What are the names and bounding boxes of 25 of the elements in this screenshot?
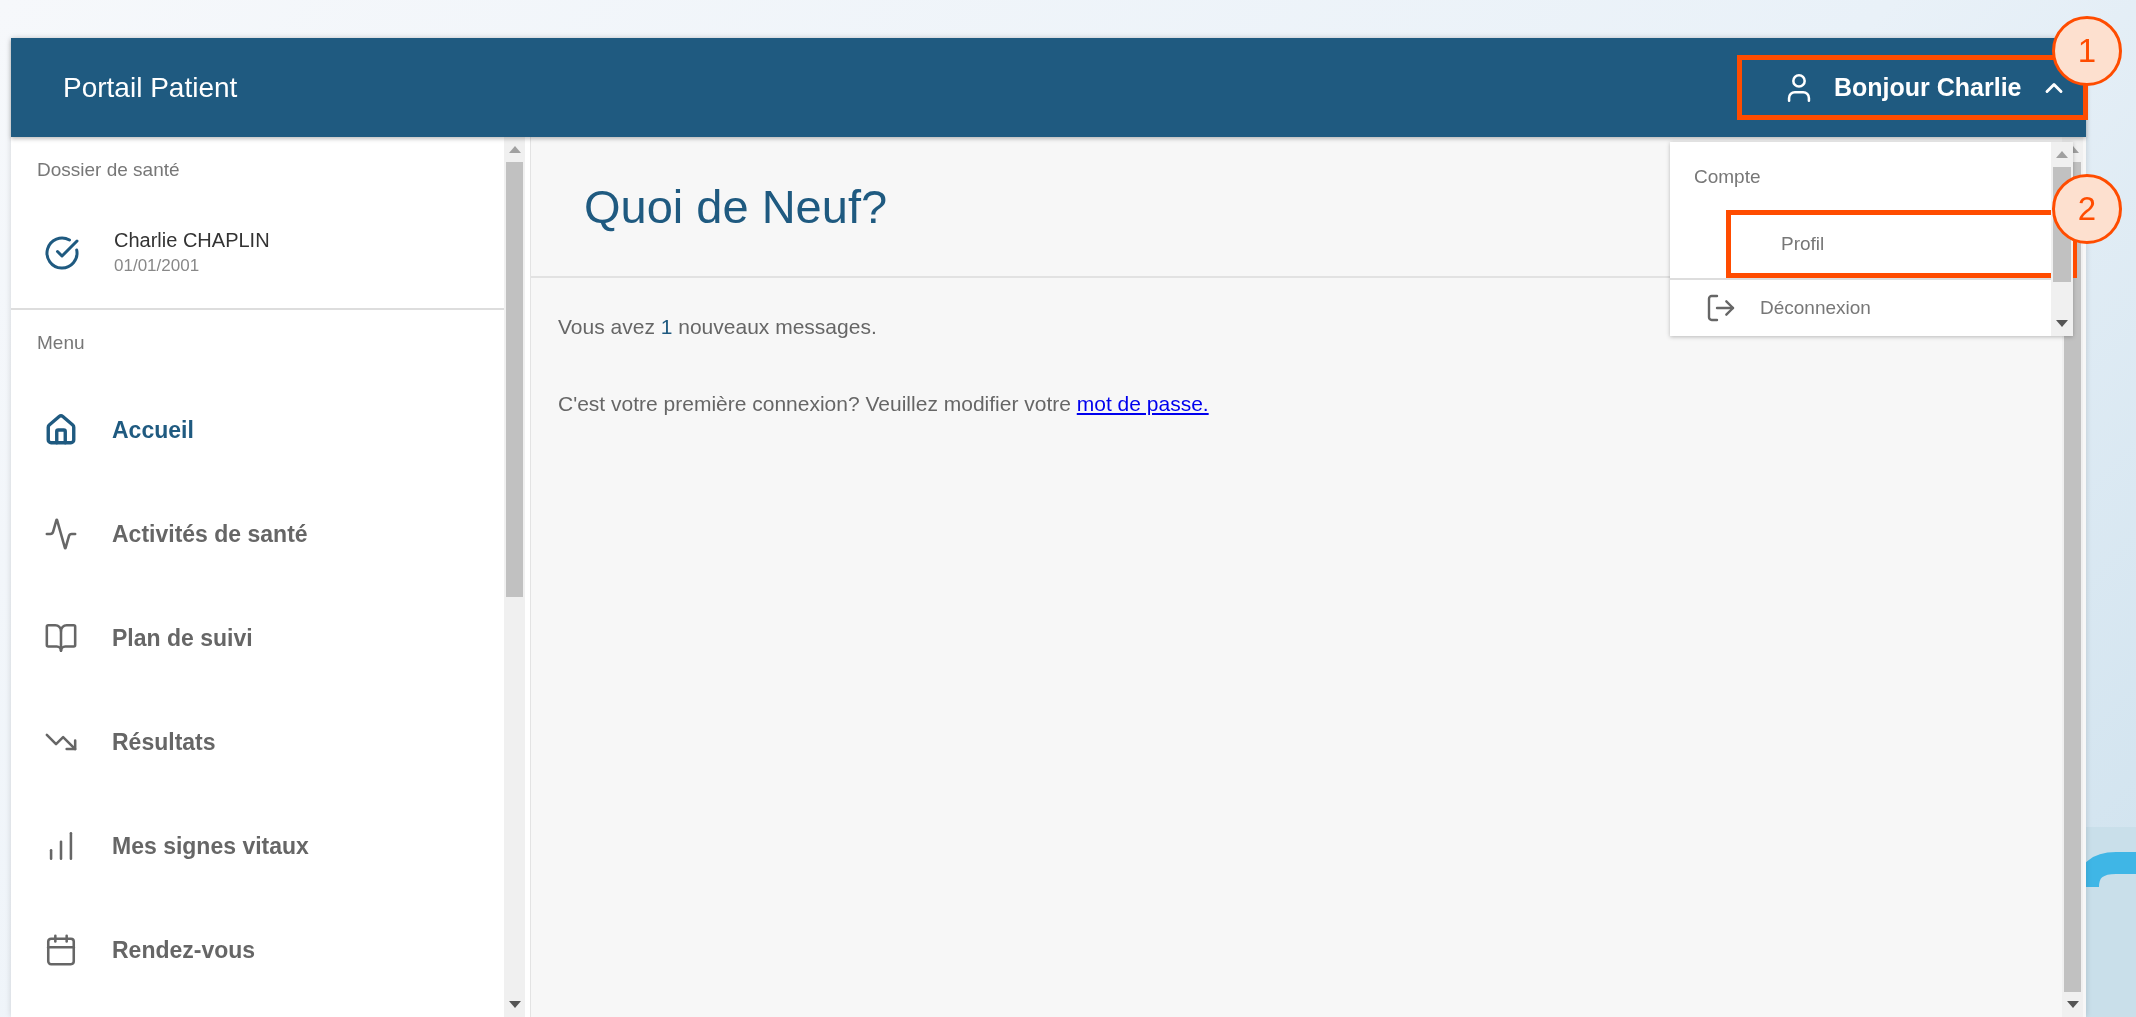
page-title: Quoi de Neuf?: [584, 179, 888, 234]
calendar-icon: [44, 933, 78, 967]
step-number-tooltip: 1: [2052, 16, 2122, 86]
logout-icon: [1705, 292, 1737, 324]
pulse-icon: [44, 517, 78, 551]
password-link[interactable]: mot de passe.: [1076, 392, 1209, 415]
patient-name: Charlie CHAPLIN: [114, 229, 270, 252]
app-title: Portail Patient: [63, 71, 238, 104]
scrollbar[interactable]: [504, 137, 525, 1017]
menu-item[interactable]: Accueil: [11, 378, 504, 482]
password-notice: C'est votre première connexion? Veuillez modifier votre mot de passe.: [557, 392, 1210, 416]
section-heading: Menu: [36, 331, 86, 355]
menu-item[interactable]: Rendez-vous: [11, 898, 504, 1002]
section-heading: Dossier de santé: [36, 158, 181, 181]
step-number-tooltip: 2: [2052, 174, 2122, 244]
menu-item[interactable]: Plan de suivi: [11, 586, 504, 690]
house-icon: [44, 413, 78, 447]
menu-item[interactable]: Activités de santé: [11, 482, 504, 586]
book-icon: [44, 621, 78, 655]
birth-date: 01/01/2001: [114, 256, 201, 276]
check-circle-icon: [44, 234, 80, 271]
menu-heading: Compte: [1693, 165, 1762, 189]
menu-item[interactable]: Mes signes vitaux: [11, 794, 504, 898]
messages-notice: Vous avez 1 nouveaux messages.: [557, 315, 878, 339]
menu-item[interactable]: Résultats: [11, 690, 504, 794]
